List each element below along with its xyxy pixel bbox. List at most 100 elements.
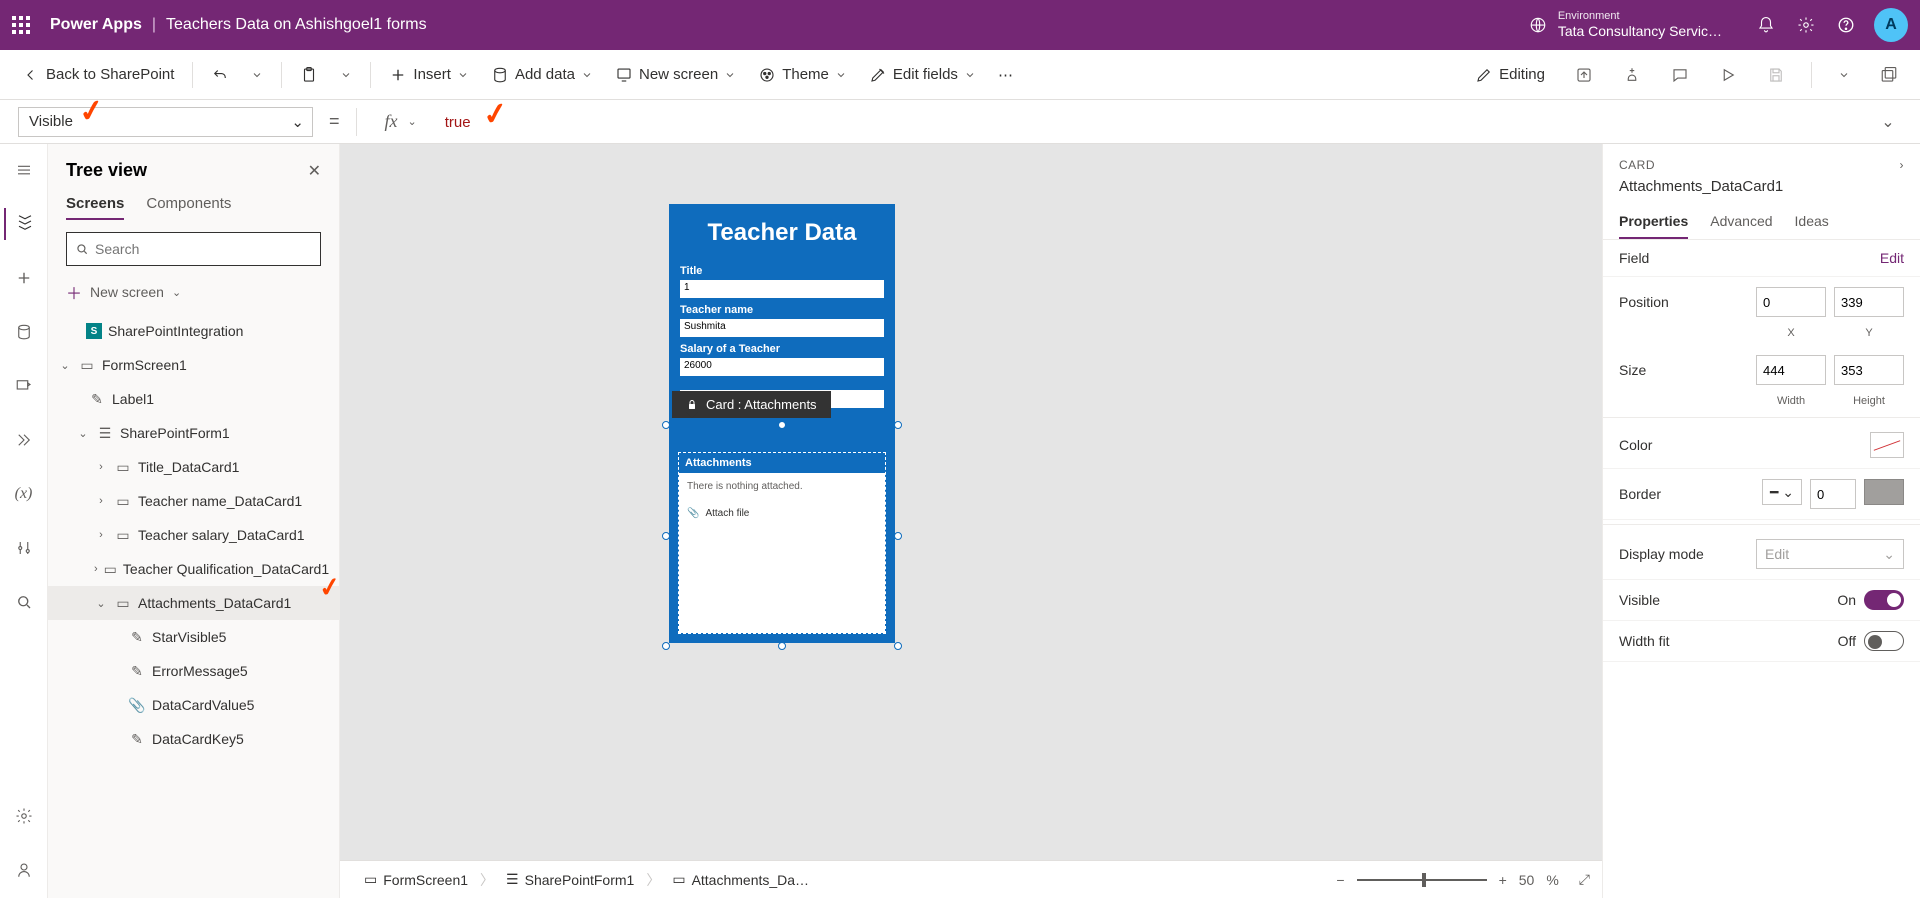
tree-search-input[interactable] bbox=[95, 241, 312, 257]
back-label: Back to SharePoint bbox=[46, 66, 174, 83]
tree-node-name-datacard[interactable]: ›▭Teacher name_DataCard1 bbox=[48, 484, 339, 518]
undo-chevron[interactable] bbox=[247, 65, 267, 85]
size-width-input[interactable] bbox=[1756, 355, 1826, 385]
size-height-input[interactable] bbox=[1834, 355, 1904, 385]
tree-search[interactable] bbox=[66, 232, 321, 266]
publish-chevron[interactable] bbox=[1834, 65, 1854, 85]
position-y-input[interactable] bbox=[1834, 287, 1904, 317]
virtual-agent-icon[interactable] bbox=[4, 854, 44, 886]
tab-screens[interactable]: Screens bbox=[66, 195, 124, 220]
environment-picker[interactable]: Environment Tata Consultancy Servic… bbox=[1558, 10, 1722, 40]
tree-node-qualification-datacard[interactable]: ›▭Teacher Qualification_DataCard1 bbox=[48, 552, 339, 586]
tree-node-sharepointform[interactable]: ⌄☰SharePointForm1 bbox=[48, 416, 339, 450]
paste-chevron[interactable] bbox=[336, 65, 356, 85]
field-salary-input[interactable]: 26000 bbox=[680, 358, 884, 376]
hamburger-icon[interactable] bbox=[4, 154, 44, 186]
close-icon[interactable]: ✕ bbox=[308, 161, 321, 181]
zoom-slider[interactable] bbox=[1357, 879, 1487, 881]
help-icon[interactable] bbox=[1826, 5, 1866, 45]
field-name-input[interactable]: Sushmita bbox=[680, 319, 884, 337]
formula-expand-icon[interactable]: ⌄ bbox=[1874, 112, 1902, 132]
tree-node-sharepoint-integration[interactable]: SSharePointIntegration bbox=[48, 314, 339, 348]
tree-view-icon[interactable] bbox=[4, 208, 44, 240]
visible-state: On bbox=[1837, 592, 1856, 608]
media-rail-icon[interactable] bbox=[4, 370, 44, 402]
tree-node-datacardkey[interactable]: ✎DataCardKey5 bbox=[48, 722, 339, 756]
zoom-value: 50 bbox=[1519, 872, 1535, 888]
field-title-input[interactable]: 1 bbox=[680, 280, 884, 298]
avatar[interactable]: A bbox=[1874, 8, 1908, 42]
tab-properties[interactable]: Properties bbox=[1619, 205, 1688, 239]
fx-chevron[interactable]: ⌄ bbox=[408, 115, 417, 128]
formula-input[interactable]: true ✓ bbox=[435, 109, 1864, 135]
position-x-input[interactable] bbox=[1756, 287, 1826, 317]
breadcrumb-form[interactable]: ☰SharePointForm1 bbox=[494, 861, 646, 898]
new-screen-button[interactable]: New screen bbox=[611, 62, 740, 88]
zoom-in[interactable]: + bbox=[1499, 872, 1507, 888]
edit-fields-button[interactable]: Edit fields bbox=[865, 62, 980, 88]
search-rail-icon[interactable] bbox=[4, 586, 44, 618]
fit-icon[interactable]: ⤢ bbox=[1579, 871, 1590, 888]
widthfit-toggle[interactable] bbox=[1864, 631, 1904, 651]
prop-visible-label: Visible bbox=[1619, 592, 1837, 608]
comments-icon[interactable] bbox=[1667, 62, 1693, 88]
paste-button[interactable] bbox=[296, 62, 322, 88]
checker-icon[interactable] bbox=[1619, 62, 1645, 88]
card-tooltip: Card : Attachments bbox=[672, 391, 831, 418]
overflow-button[interactable]: ⋯ bbox=[994, 62, 1017, 88]
new-screen-button[interactable]: ＋ New screen ⌄ bbox=[48, 276, 339, 314]
settings-icon[interactable] bbox=[1786, 5, 1826, 45]
tab-advanced[interactable]: Advanced bbox=[1710, 205, 1772, 239]
data-rail-icon[interactable] bbox=[4, 316, 44, 348]
tools-rail-icon[interactable] bbox=[4, 532, 44, 564]
attachments-card[interactable]: Attachments There is nothing attached. 📎… bbox=[678, 452, 886, 634]
display-mode-dropdown[interactable]: Edit⌄ bbox=[1756, 539, 1904, 569]
tree-node-starvisible[interactable]: ✎StarVisible5 bbox=[48, 620, 339, 654]
preview-icon[interactable] bbox=[1715, 62, 1741, 88]
zoom-out[interactable]: − bbox=[1336, 872, 1344, 888]
prop-field-edit[interactable]: Edit bbox=[1880, 250, 1904, 266]
tree-node-salary-datacard[interactable]: ›▭Teacher salary_DataCard1 bbox=[48, 518, 339, 552]
tree-node-datacardvalue[interactable]: 📎DataCardValue5 bbox=[48, 688, 339, 722]
visible-toggle[interactable] bbox=[1864, 590, 1904, 610]
field-title-label: Title bbox=[680, 265, 884, 277]
tab-components[interactable]: Components bbox=[146, 195, 231, 220]
card-tooltip-text: Card : Attachments bbox=[706, 397, 817, 412]
property-selector[interactable]: Visible ⌄ ✓ bbox=[18, 107, 313, 137]
tree-node-errormessage[interactable]: ✎ErrorMessage5 bbox=[48, 654, 339, 688]
notifications-icon[interactable] bbox=[1746, 5, 1786, 45]
border-width-input[interactable] bbox=[1810, 479, 1856, 509]
environment-icon[interactable] bbox=[1518, 5, 1558, 45]
add-data-button[interactable]: Add data bbox=[487, 62, 597, 88]
border-style-picker[interactable]: ━ ⌄ bbox=[1762, 479, 1802, 505]
breadcrumb-card[interactable]: ▭Attachments_Da… bbox=[660, 861, 821, 898]
editing-mode[interactable]: Editing bbox=[1471, 62, 1549, 88]
insert-rail-icon[interactable] bbox=[4, 262, 44, 294]
attach-file-button[interactable]: 📎 Attach file bbox=[687, 508, 877, 519]
settings-rail-icon[interactable] bbox=[4, 800, 44, 832]
publish-icon[interactable] bbox=[1876, 62, 1902, 88]
share-icon[interactable] bbox=[1571, 62, 1597, 88]
flows-rail-icon[interactable] bbox=[4, 424, 44, 456]
color-picker[interactable] bbox=[1870, 432, 1904, 458]
save-icon[interactable] bbox=[1763, 62, 1789, 88]
border-color-picker[interactable] bbox=[1864, 479, 1904, 505]
back-button[interactable]: Back to SharePoint bbox=[18, 62, 178, 88]
panel-chevron-icon[interactable]: › bbox=[1900, 158, 1905, 172]
tree-node-formscreen[interactable]: ⌄▭FormScreen1 bbox=[48, 348, 339, 382]
undo-button[interactable] bbox=[207, 62, 233, 88]
command-bar: Back to SharePoint Insert Add data New s… bbox=[0, 50, 1920, 100]
variables-rail-icon[interactable]: (x) bbox=[4, 478, 44, 510]
attach-file-label: Attach file bbox=[705, 508, 749, 519]
tab-ideas[interactable]: Ideas bbox=[1795, 205, 1829, 239]
attach-icon: 📎 bbox=[687, 508, 699, 519]
app-launcher-icon[interactable] bbox=[12, 16, 30, 34]
new-screen-label: New screen bbox=[639, 66, 718, 83]
insert-button[interactable]: Insert bbox=[385, 62, 473, 88]
theme-button[interactable]: Theme bbox=[754, 62, 851, 88]
tree-node-label1[interactable]: ✎Label1 bbox=[48, 382, 339, 416]
tree-node-title-datacard[interactable]: ›▭Title_DataCard1 bbox=[48, 450, 339, 484]
fx-icon: fx bbox=[385, 111, 398, 132]
breadcrumb-screen[interactable]: ▭FormScreen1 bbox=[352, 861, 480, 898]
tree-node-attachments-datacard[interactable]: ⌄▭Attachments_DataCard1 ✓ bbox=[48, 586, 339, 620]
